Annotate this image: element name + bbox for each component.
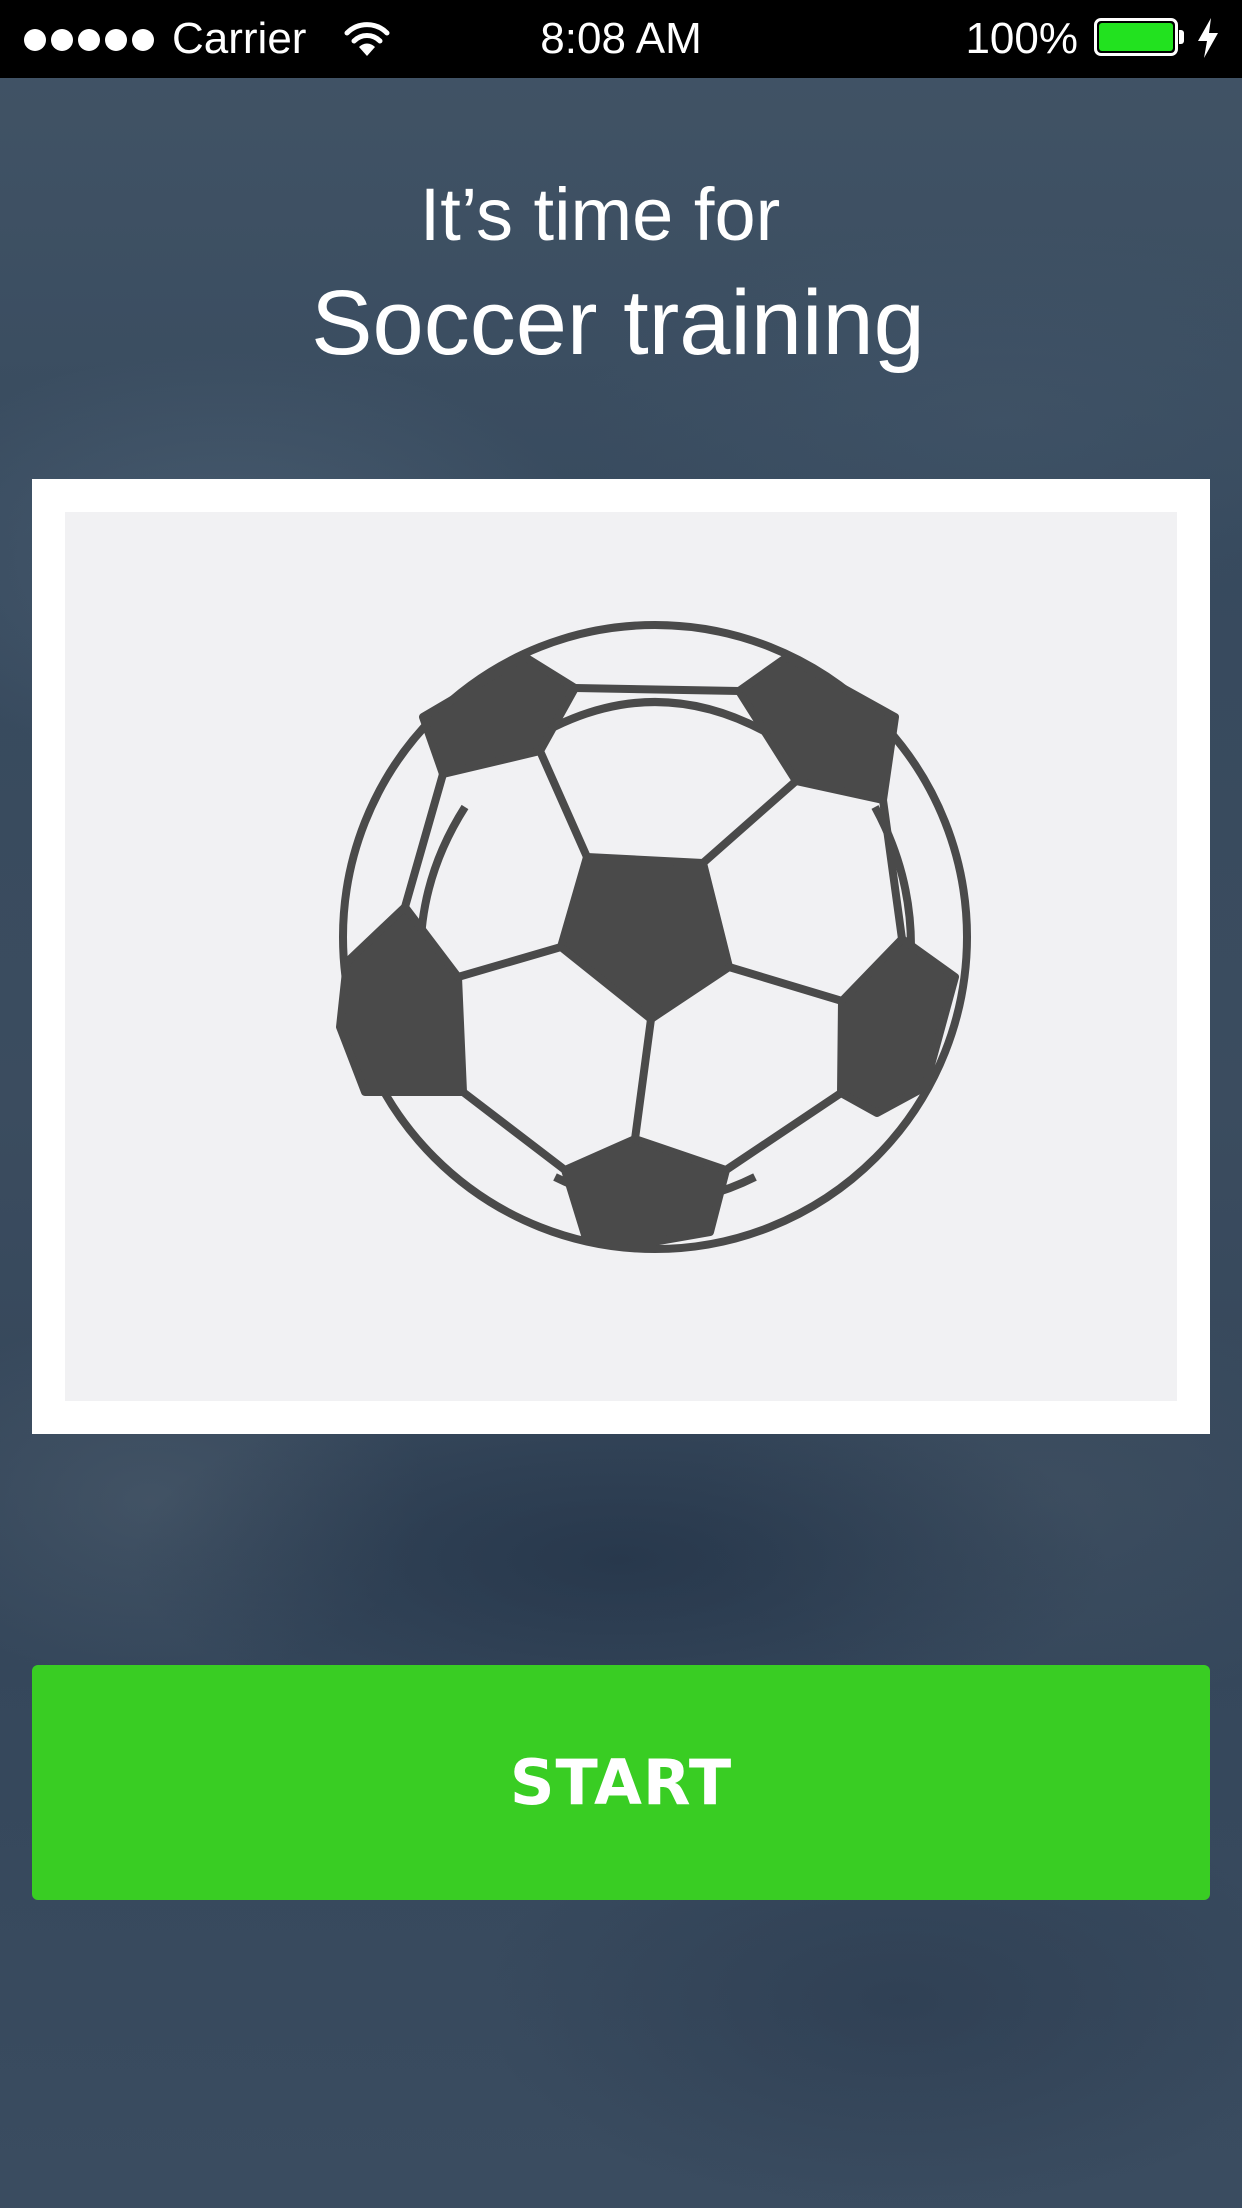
soccer-ball-icon [336,621,971,1253]
status-bar: Carrier 8:08 AM 100% [0,0,1242,78]
start-button[interactable]: START [32,1665,1210,1900]
charging-bolt-icon [1198,18,1218,58]
battery-icon [1094,18,1184,58]
heading-subtitle: It’s time for [419,173,781,256]
training-image-card [32,479,1210,1434]
page-title: Soccer training [311,272,925,374]
battery-percent: 100% [965,14,1078,63]
training-image [65,512,1177,1401]
